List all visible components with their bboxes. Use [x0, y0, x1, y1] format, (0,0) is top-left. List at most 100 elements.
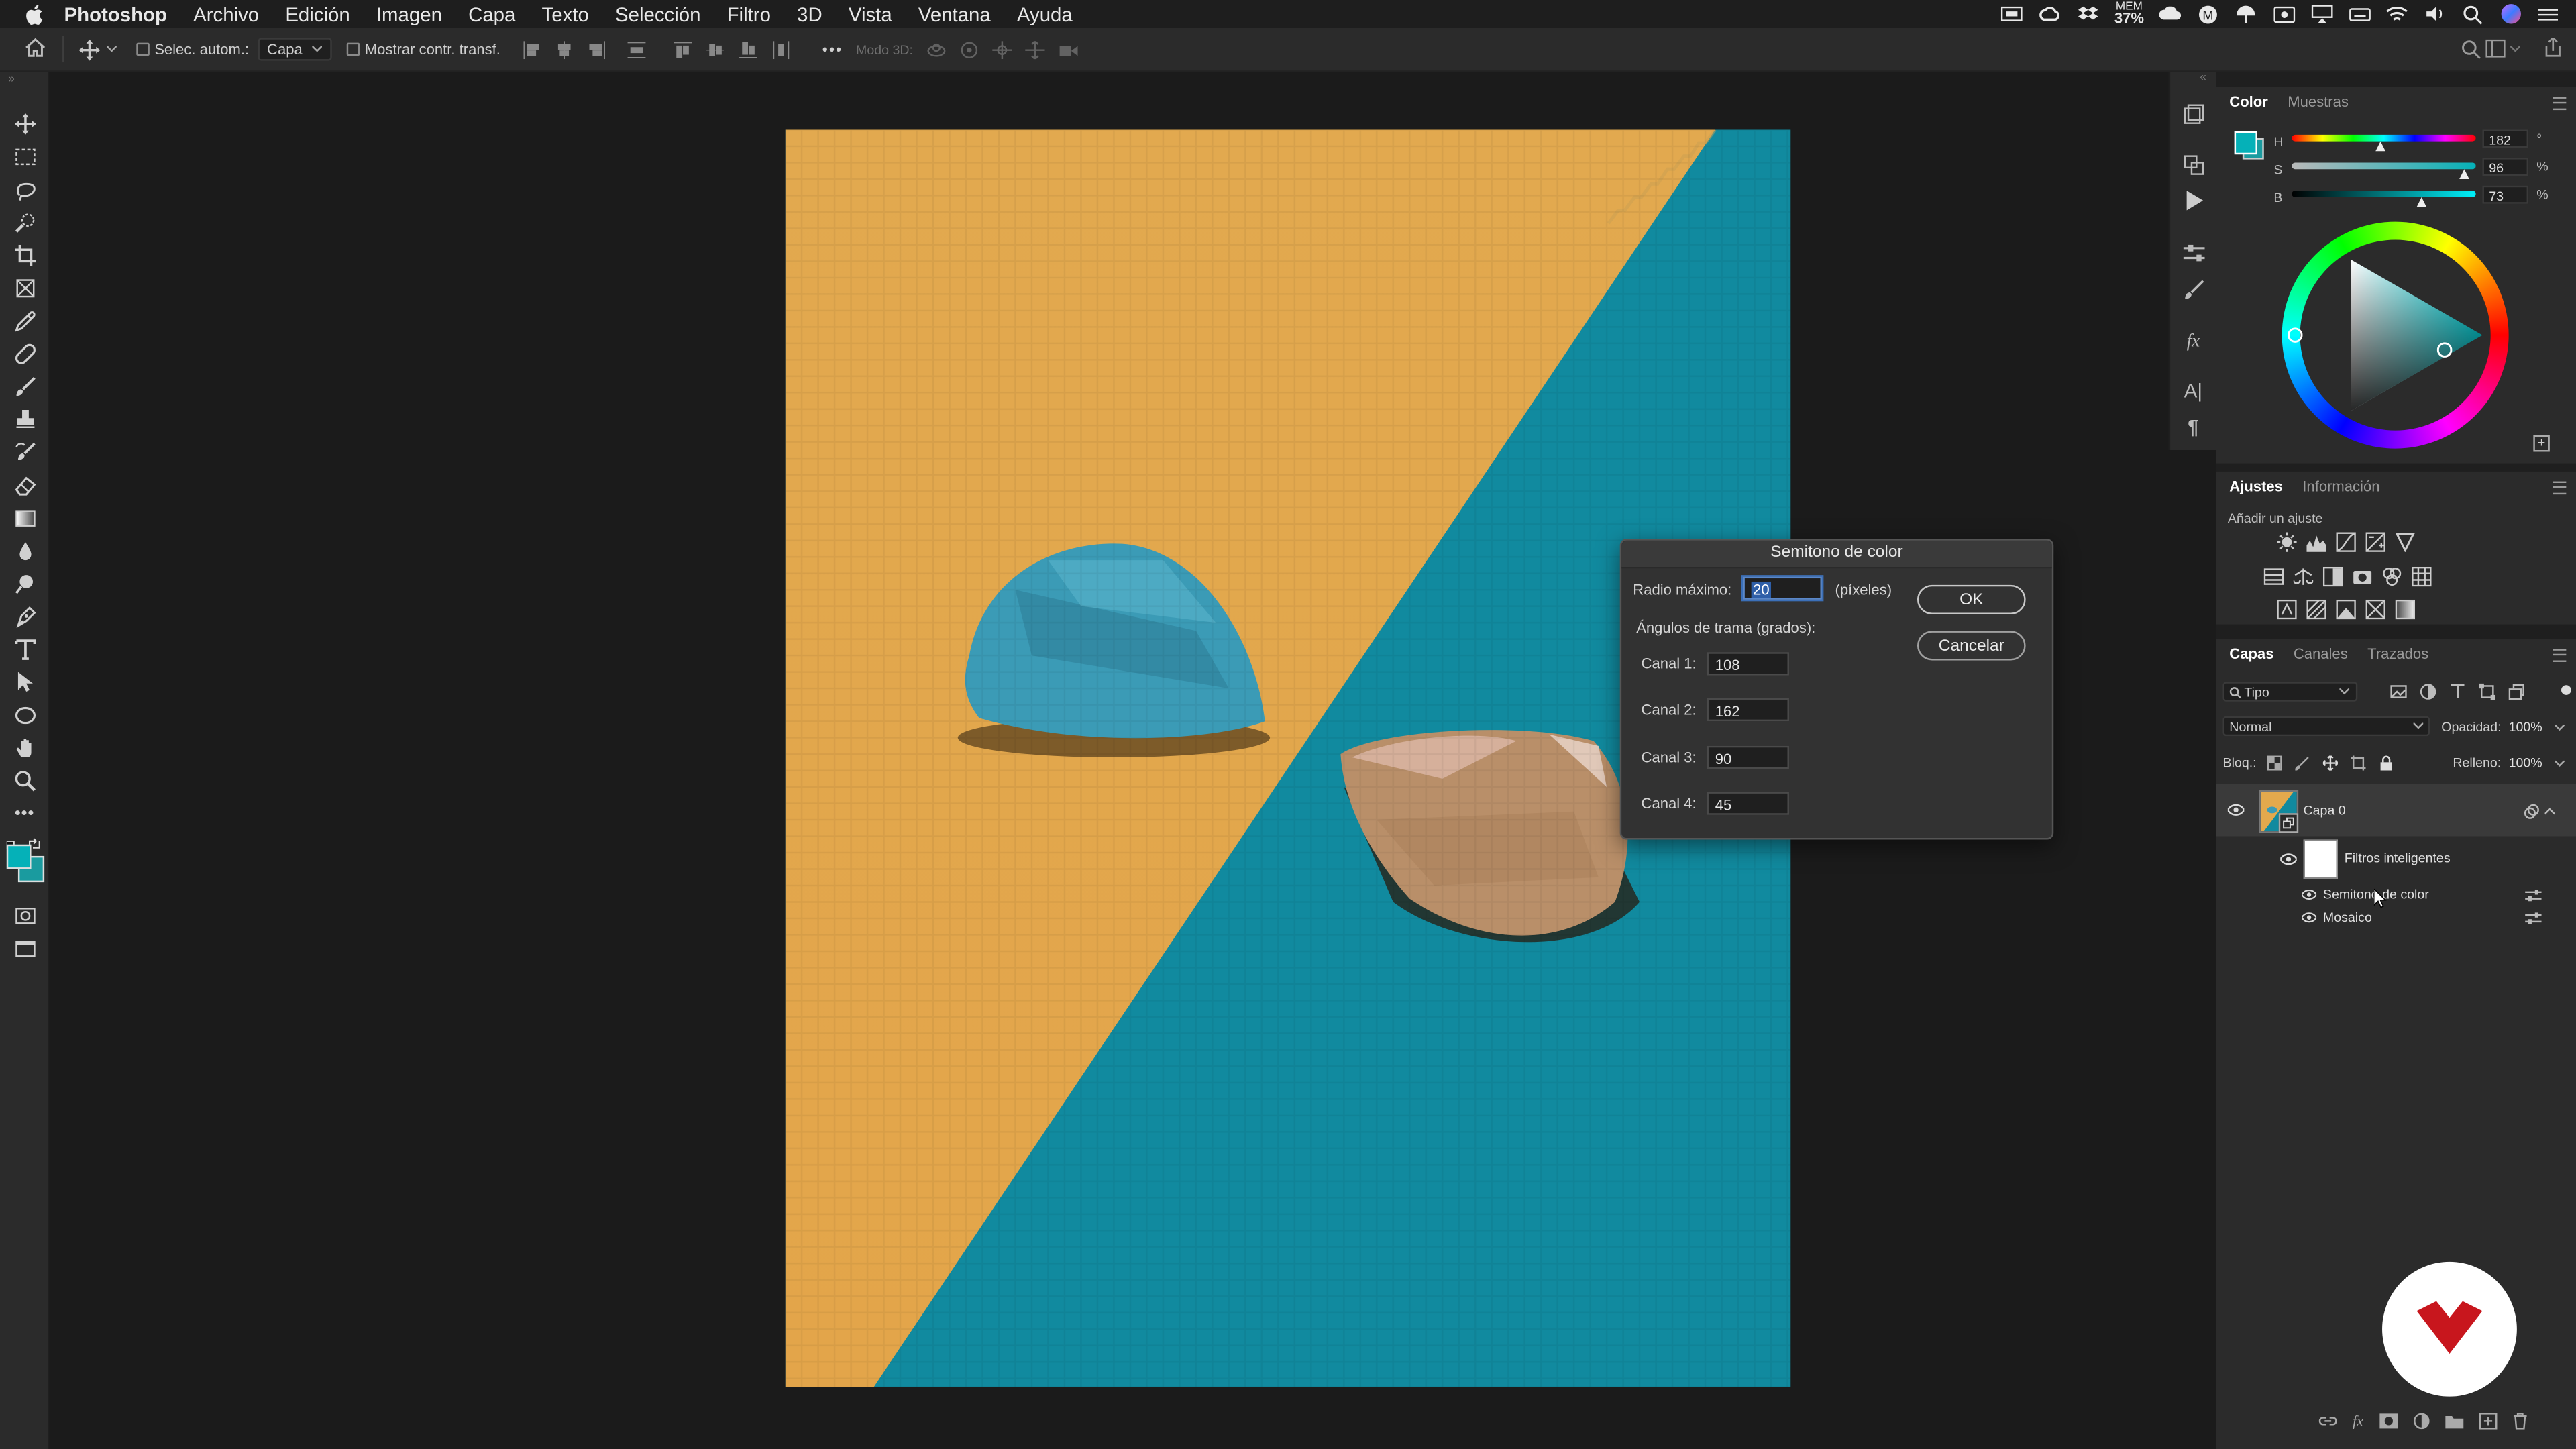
menu-vista[interactable]: Vista: [849, 3, 892, 25]
styles-fx-icon[interactable]: fx: [2180, 329, 2206, 355]
hand-tool-icon[interactable]: [11, 735, 38, 761]
adjustment-layer-icon[interactable]: [2412, 1413, 2429, 1430]
chevron-down-icon[interactable]: [2555, 724, 2565, 731]
add-mask-icon[interactable]: [2378, 1413, 2398, 1429]
align-right-icon[interactable]: [588, 40, 606, 58]
cancel-button[interactable]: Cancelar: [1917, 631, 2026, 661]
default-colors-icon[interactable]: [5, 831, 18, 853]
filter-blending-options-icon[interactable]: [2525, 889, 2542, 904]
tab-adjustments[interactable]: Ajustes: [2229, 478, 2283, 494]
menu-3d[interactable]: 3D: [797, 3, 822, 25]
quick-selection-tool-icon[interactable]: [11, 209, 38, 235]
menu-edicion[interactable]: Edición: [285, 3, 350, 25]
posterize-icon[interactable]: [2306, 599, 2326, 620]
menu-ayuda[interactable]: Ayuda: [1017, 3, 1073, 25]
expand-icon[interactable]: +: [2533, 435, 2550, 452]
auto-select-dropdown[interactable]: Capa: [257, 38, 332, 61]
libraries-icon[interactable]: [2180, 100, 2206, 126]
link-layers-icon[interactable]: [2318, 1413, 2338, 1429]
panel-menu-icon[interactable]: [2553, 481, 2567, 495]
brush-tool-icon[interactable]: [11, 373, 38, 399]
shape-layer-filter-icon[interactable]: [2479, 683, 2496, 700]
photo-filter-icon[interactable]: [2353, 567, 2372, 586]
move-tool-icon[interactable]: [11, 110, 38, 136]
auto-select-checkbox[interactable]: [136, 42, 150, 56]
saturation-slider[interactable]: [2292, 162, 2476, 170]
menu-archivo[interactable]: Archivo: [193, 3, 259, 25]
align-vcenter-icon[interactable]: [706, 40, 724, 58]
keyboard-icon[interactable]: [2348, 4, 2371, 23]
brightness-slider-handle[interactable]: [2416, 197, 2427, 207]
new-layer-icon[interactable]: [2478, 1413, 2497, 1430]
color-balance-icon[interactable]: [2293, 567, 2314, 586]
smart-filters-row[interactable]: Filtros inteligentes: [2216, 837, 2576, 879]
exposure-icon[interactable]: [2365, 532, 2385, 552]
color-lookup-icon[interactable]: [2412, 566, 2432, 587]
delete-layer-icon[interactable]: [2511, 1413, 2527, 1430]
healing-brush-tool-icon[interactable]: [11, 340, 38, 366]
tab-info[interactable]: Información: [2302, 478, 2379, 494]
blend-mode-dropdown[interactable]: Normal: [2222, 716, 2430, 737]
apple-icon[interactable]: [23, 3, 46, 25]
fill-input[interactable]: 100%: [2509, 756, 2542, 771]
search-icon[interactable]: [2461, 40, 2481, 62]
filter-toggle-icon[interactable]: [2561, 685, 2571, 695]
selective-color-icon[interactable]: [2365, 599, 2385, 620]
marquee-tool-icon[interactable]: [11, 143, 38, 169]
screen-icon[interactable]: [2001, 4, 2024, 23]
dodge-tool-icon[interactable]: [11, 570, 38, 596]
character-icon[interactable]: A|: [2180, 378, 2206, 404]
blur-tool-icon[interactable]: [11, 537, 38, 564]
screen-record-icon[interactable]: [2272, 4, 2295, 23]
align-left-icon[interactable]: [522, 40, 540, 58]
scale-3d-icon[interactable]: [1057, 40, 1079, 58]
zoom-tool-icon[interactable]: [11, 767, 38, 794]
more-options-icon[interactable]: •••: [822, 41, 843, 57]
eyedropper-tool-icon[interactable]: [11, 307, 38, 333]
control-center-icon[interactable]: [2536, 4, 2559, 23]
frame-tool-icon[interactable]: [11, 274, 38, 301]
gradient-tool-icon[interactable]: [11, 504, 38, 531]
lock-all-icon[interactable]: [2379, 755, 2394, 771]
menu-filtro[interactable]: Filtro: [727, 3, 771, 25]
volume-icon[interactable]: [2423, 4, 2446, 23]
radius-input[interactable]: 20: [1743, 576, 1822, 600]
workspace-icon[interactable]: [2485, 39, 2520, 58]
auto-select-option[interactable]: Selec. autom.:: [136, 41, 249, 58]
lock-transparent-icon[interactable]: [2267, 755, 2282, 771]
hue-saturation-icon[interactable]: [2263, 567, 2284, 586]
properties-icon[interactable]: [2180, 240, 2206, 266]
edit-toolbar-icon[interactable]: •••: [11, 800, 38, 826]
eye-icon[interactable]: [2302, 912, 2317, 923]
panel-menu-icon[interactable]: [2553, 97, 2567, 111]
brightness-slider[interactable]: [2292, 191, 2476, 197]
chevron-up-icon[interactable]: [2544, 808, 2555, 815]
smart-filter-mask-thumbnail[interactable]: [2303, 839, 2338, 879]
type-layer-filter-icon[interactable]: [2449, 684, 2465, 700]
smart-object-filter-icon[interactable]: [2508, 684, 2525, 700]
hue-slider-handle[interactable]: [2375, 141, 2385, 152]
umbrella-icon[interactable]: [2235, 4, 2257, 23]
channel-2-input[interactable]: 162: [1707, 698, 1789, 722]
brush-settings-icon[interactable]: [2180, 276, 2206, 302]
history-brush-tool-icon[interactable]: [11, 439, 38, 465]
layer-row[interactable]: Capa 0: [2216, 784, 2576, 837]
levels-icon[interactable]: [2306, 532, 2326, 552]
collapse-strip-icon[interactable]: «: [2200, 72, 2206, 84]
memory-indicator[interactable]: MEM 37%: [2114, 1, 2144, 26]
pixel-layer-filter-icon[interactable]: [2390, 684, 2407, 700]
menu-imagen[interactable]: Imagen: [376, 3, 442, 25]
lock-position-icon[interactable]: [2322, 755, 2338, 771]
creative-cloud-icon[interactable]: [2039, 4, 2061, 23]
menu-capa[interactable]: Capa: [468, 3, 515, 25]
tab-color[interactable]: Color: [2229, 94, 2268, 110]
new-group-icon[interactable]: [2444, 1413, 2463, 1429]
color-wheel[interactable]: [2282, 221, 2509, 449]
eraser-tool-icon[interactable]: [11, 472, 38, 498]
tab-layers[interactable]: Capas: [2229, 645, 2273, 661]
dropbox-icon[interactable]: [2076, 4, 2099, 23]
filter-row[interactable]: Mosaico: [2216, 907, 2576, 930]
distribute-vertical-icon[interactable]: [771, 40, 790, 58]
align-bottom-icon[interactable]: [739, 40, 757, 58]
tab-paths[interactable]: Trazados: [2367, 645, 2428, 661]
